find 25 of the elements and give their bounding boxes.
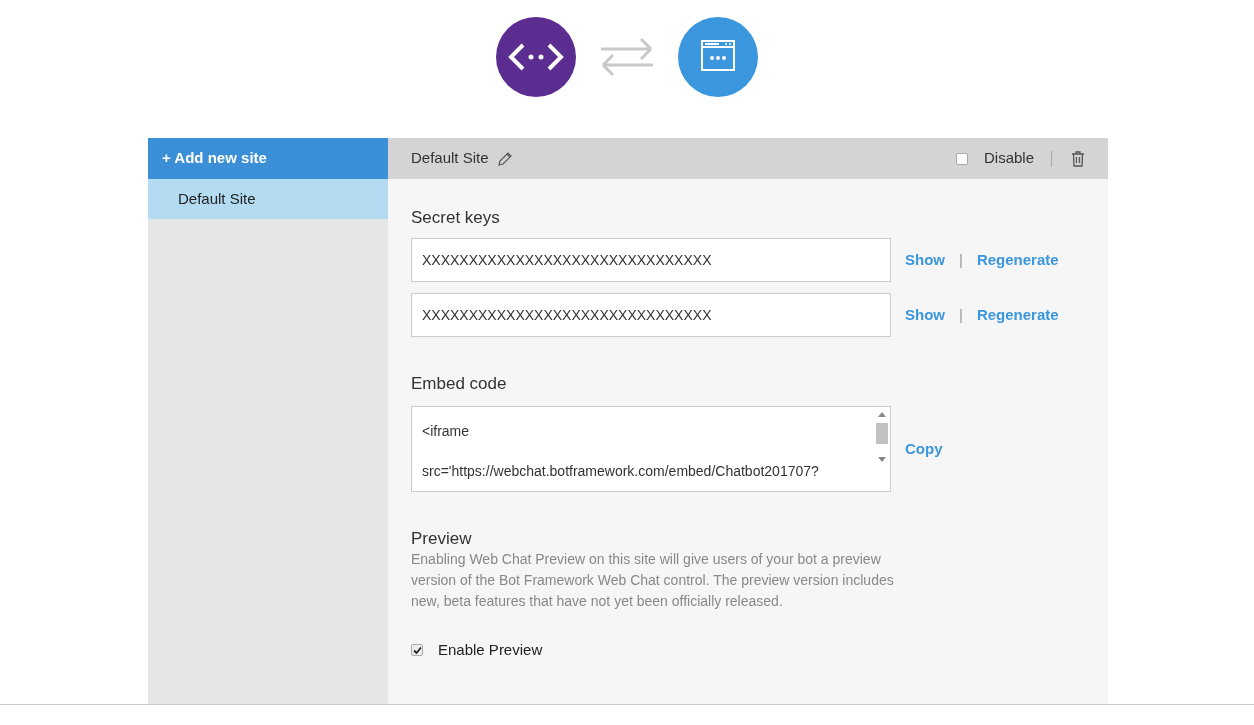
secret-key-field[interactable]: XXXXXXXXXXXXXXXXXXXXXXXXXXXXXXX	[411, 238, 891, 282]
add-new-site-button[interactable]: + Add new site	[148, 138, 388, 179]
swap-arrows-icon	[600, 36, 654, 78]
disable-label: Disable	[983, 148, 1034, 169]
disable-checkbox[interactable]	[955, 152, 968, 165]
enable-preview-label: Enable Preview	[438, 640, 543, 660]
browser-window-icon	[678, 17, 758, 97]
section-title: Preview	[411, 528, 473, 548]
secret-key-field[interactable]: XXXXXXXXXXXXXXXXXXXXXXXXXXXXXXX	[411, 293, 891, 337]
sidebar-item[interactable]: Default Site	[148, 179, 388, 219]
site-name: Default Site	[411, 148, 489, 169]
trash-icon[interactable]	[1071, 150, 1085, 167]
show-link[interactable]: Show	[905, 248, 945, 272]
separator: |	[959, 249, 963, 270]
code-icon	[496, 17, 576, 97]
preview-description: Enabling Web Chat Preview on this site will give users of your bot a preview version of the Bot Framework Web Chat control. The preview version includes new, beta features that have not yet been officially released.	[411, 550, 895, 611]
enable-preview-checkbox[interactable]	[411, 644, 423, 657]
separator: |	[959, 304, 963, 325]
regenerate-link[interactable]: Regenerate	[976, 248, 1059, 272]
pencil-icon[interactable]	[496, 150, 513, 167]
copy-link[interactable]: Copy	[905, 437, 943, 461]
section-title: Embed code	[411, 373, 508, 393]
section-title: Secret keys	[411, 207, 501, 227]
regenerate-link[interactable]: Regenerate	[976, 303, 1059, 327]
show-link[interactable]: Show	[905, 303, 945, 327]
